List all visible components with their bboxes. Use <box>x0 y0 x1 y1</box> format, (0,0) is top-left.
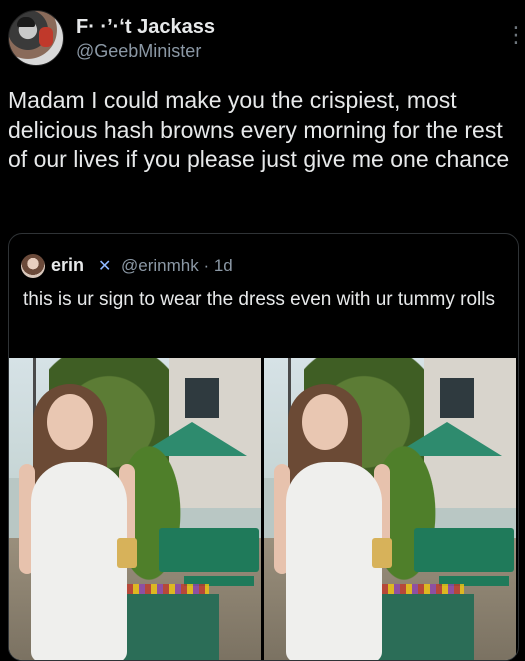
tweet-header: F· ·’·ʻt Jackass @GeebMinister ⋮ <box>8 10 525 72</box>
photo-person <box>19 378 139 660</box>
avatar-detail <box>39 27 53 47</box>
quoted-tweet-text: this is ur sign to wear the dress even w… <box>23 289 496 310</box>
person-dress <box>31 462 127 660</box>
person-face <box>47 394 93 450</box>
person-drink <box>117 538 137 568</box>
quoted-author-handle-time[interactable]: @erinmhk · 1d <box>121 256 233 276</box>
quoted-media-photo-1[interactable] <box>9 358 261 660</box>
more-vertical-icon[interactable]: ⋮ <box>505 24 525 46</box>
quoted-tweet-card[interactable]: erin ✕ @erinmhk · 1d this is ur sign to … <box>8 233 519 661</box>
photo-person <box>274 378 394 660</box>
photo-bench <box>414 528 514 572</box>
author-handle[interactable]: @GeebMinister <box>76 41 201 62</box>
butterfly-icon: ✕ <box>98 258 112 275</box>
avatar-detail <box>17 17 35 27</box>
tweet-text: Madam I could make you the crispiest, mo… <box>8 87 510 172</box>
author-avatar[interactable] <box>8 10 64 66</box>
person-drink <box>372 538 392 568</box>
photo-window <box>185 378 219 418</box>
author-display-name[interactable]: F· ·’·ʻt Jackass <box>76 16 215 39</box>
photo-window <box>440 378 474 418</box>
photo-bench <box>159 528 259 572</box>
quoted-media-photo-2[interactable] <box>264 358 516 660</box>
quoted-author-name[interactable]: erin <box>51 255 84 276</box>
person-dress <box>286 462 382 660</box>
quoted-author-avatar[interactable] <box>21 254 45 278</box>
person-face <box>302 394 348 450</box>
